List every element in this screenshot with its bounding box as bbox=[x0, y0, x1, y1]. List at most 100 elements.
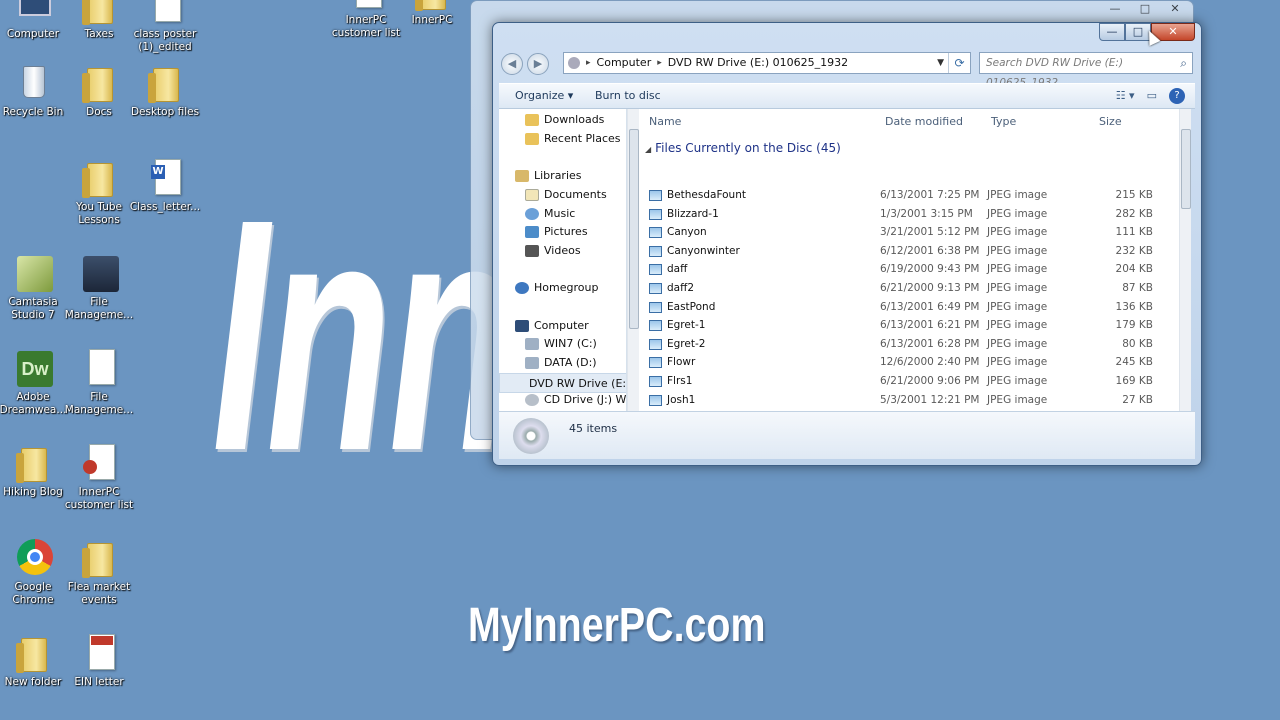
folder-icon bbox=[13, 630, 53, 674]
breadcrumb-dvd-drive[interactable]: DVD RW Drive (E:) 010625_1932 bbox=[668, 53, 848, 73]
nav-label: Videos bbox=[544, 244, 581, 257]
desktop-icon-desktop-files[interactable]: Desktop files bbox=[127, 60, 203, 119]
desktop-icon-taxes[interactable]: Taxes bbox=[61, 0, 137, 41]
desktop-icon-file-management-2[interactable]: File Manageme... bbox=[61, 345, 137, 417]
back-button[interactable]: ◀ bbox=[501, 53, 523, 75]
documents-icon bbox=[525, 188, 539, 201]
explorer-window[interactable]: — □ ✕ ◀ ▶ ▸ Computer ▸ DVD RW Drive (E:)… bbox=[492, 22, 1202, 466]
table-row[interactable]: Canyon 3/21/2001 5:12 PM JPEG image 111 KB bbox=[639, 224, 1179, 242]
nav-item-downloads[interactable]: Downloads bbox=[525, 113, 604, 126]
file-name: Flrs1 bbox=[667, 375, 693, 387]
nav-item-dvd-drive[interactable]: DVD RW Drive (E: bbox=[499, 373, 626, 393]
file-type: JPEG image bbox=[987, 189, 1048, 201]
file-type: JPEG image bbox=[987, 300, 1048, 313]
nav-item-data-d[interactable]: DATA (D:) bbox=[525, 356, 597, 369]
desktop-icon-innerpc[interactable]: InnerPC bbox=[394, 0, 470, 27]
desktop-icon-ein-letter[interactable]: EIN letter bbox=[61, 630, 137, 689]
minimize-button[interactable]: — bbox=[1099, 23, 1125, 41]
view-options-icon[interactable]: ☷ ▾ bbox=[1116, 84, 1135, 108]
table-row[interactable]: Canyonwinter 6/12/2001 6:38 PM JPEG image 2… bbox=[639, 243, 1179, 261]
breadcrumb-separator: ▸ bbox=[657, 58, 662, 68]
file-type: JPEG image bbox=[987, 226, 1048, 239]
nav-item-pictures[interactable]: Pictures bbox=[525, 225, 588, 238]
address-bar[interactable]: ▸ Computer ▸ DVD RW Drive (E:) 010625_19… bbox=[563, 52, 971, 74]
homegroup-icon bbox=[515, 281, 529, 294]
scrollbar-thumb[interactable] bbox=[629, 129, 639, 329]
maximize-icon[interactable]: □ bbox=[1133, 3, 1157, 17]
navigation-pane-scrollbar[interactable] bbox=[627, 109, 639, 411]
nav-item-documents[interactable]: Documents bbox=[525, 188, 607, 201]
nav-item-homegroup[interactable]: Homegroup bbox=[515, 281, 598, 294]
drive-icon bbox=[568, 57, 580, 69]
camtasia-icon bbox=[13, 250, 53, 294]
jpeg-file-icon bbox=[649, 338, 662, 350]
close-icon[interactable]: ✕ bbox=[1163, 3, 1187, 17]
file-type: JPEG image bbox=[987, 244, 1048, 257]
nav-item-computer[interactable]: Computer bbox=[515, 319, 589, 332]
table-row[interactable]: daff 6/19/2000 9:43 PM JPEG image 204 KB bbox=[639, 261, 1179, 279]
nav-label: Music bbox=[544, 207, 576, 220]
table-row[interactable]: EastPond 6/13/2001 6:49 PM JPEG image 136 K… bbox=[639, 299, 1179, 317]
jpeg-file-icon bbox=[649, 227, 662, 239]
desktop-icon-innerpc-customer-list-top[interactable]: InnerPC customer list bbox=[328, 0, 404, 40]
nav-item-music[interactable]: Music bbox=[525, 207, 575, 220]
disc-icon bbox=[513, 418, 549, 454]
desktop-icon-docs[interactable]: Docs bbox=[61, 60, 137, 119]
chevron-down-icon[interactable]: ▼ bbox=[937, 53, 944, 73]
nav-item-videos[interactable]: Videos bbox=[525, 244, 581, 257]
computer-icon bbox=[515, 319, 529, 332]
column-size[interactable]: Size bbox=[1099, 115, 1122, 128]
column-name[interactable]: Name bbox=[649, 115, 681, 128]
desktop-icon-flea-market[interactable]: Flea market events bbox=[61, 535, 137, 607]
navigation-bar: ◀ ▶ ▸ Computer ▸ DVD RW Drive (E:) 01062… bbox=[499, 49, 1195, 89]
column-date-modified[interactable]: Date modified bbox=[885, 115, 963, 128]
file-size: 80 KB bbox=[1122, 337, 1153, 350]
folder-icon bbox=[525, 132, 539, 145]
table-row[interactable]: Flowr 12/6/2000 2:40 PM JPEG image 245 KB bbox=[639, 354, 1179, 372]
details-pane: 45 items bbox=[499, 411, 1195, 459]
burn-to-disc-button[interactable]: Burn to disc bbox=[595, 84, 661, 108]
table-row[interactable]: Egret-1 6/13/2001 6:21 PM JPEG image 179 KB bbox=[639, 317, 1179, 335]
file-list-scrollbar[interactable] bbox=[1179, 109, 1191, 411]
refresh-icon[interactable]: ⟳ bbox=[948, 53, 970, 73]
search-icon[interactable]: ⌕ bbox=[1180, 53, 1187, 73]
table-row[interactable]: Josh1 5/3/2001 12:21 PM JPEG image 27 KB bbox=[639, 392, 1179, 410]
nav-item-recent-places[interactable]: Recent Places bbox=[525, 132, 621, 145]
desktop-icon-youtube-lessons[interactable]: You Tube Lessons bbox=[61, 155, 137, 227]
table-row[interactable]: Egret-2 6/13/2001 6:28 PM JPEG image 80 KB bbox=[639, 336, 1179, 354]
file-type: JPEG image bbox=[987, 375, 1048, 387]
group-header[interactable]: ◢ Files Currently on the Disc (45) bbox=[645, 141, 841, 155]
file-date: 6/12/2001 6:38 PM bbox=[880, 244, 980, 257]
search-input[interactable]: Search DVD RW Drive (E:) 010625_1932 ⌕ bbox=[979, 52, 1193, 89]
file-name: Flowr bbox=[667, 356, 696, 369]
desktop-icon-class-letter[interactable]: W Class_letter... bbox=[127, 155, 203, 214]
table-row[interactable]: BethesdaFount 6/13/2001 7:25 PM JPEG image… bbox=[639, 187, 1179, 205]
nav-item-win7-c[interactable]: WIN7 (C:) bbox=[525, 337, 597, 350]
desktop-icon-file-management-1[interactable]: File Manageme... bbox=[61, 250, 137, 322]
hard-drive-icon bbox=[525, 337, 539, 350]
word-document-icon: W bbox=[145, 155, 185, 199]
item-count: 45 items bbox=[569, 422, 618, 435]
nav-item-cd-drive-j[interactable]: CD Drive (J:) WD bbox=[525, 393, 626, 406]
folder-icon bbox=[145, 60, 185, 104]
table-row[interactable]: Blizzard-1 1/3/2001 3:15 PM JPEG image 282 … bbox=[639, 206, 1179, 224]
desktop-icon-class-poster[interactable]: class poster (1)_edited bbox=[127, 0, 203, 54]
breadcrumb-computer[interactable]: Computer bbox=[597, 53, 652, 73]
minimize-icon[interactable]: — bbox=[1103, 3, 1127, 17]
file-size: 204 KB bbox=[1115, 263, 1153, 276]
desktop-icon-innerpc-customer-list[interactable]: InnerPC customer list bbox=[61, 440, 137, 512]
nav-item-libraries[interactable]: Libraries bbox=[515, 169, 582, 182]
word-document-icon bbox=[79, 345, 119, 389]
preview-pane-icon[interactable]: ▭ bbox=[1147, 84, 1157, 108]
scrollbar-thumb[interactable] bbox=[1181, 129, 1191, 209]
help-icon[interactable]: ? bbox=[1169, 88, 1185, 104]
organize-button[interactable]: Organize ▾ bbox=[515, 84, 573, 108]
forward-button[interactable]: ▶ bbox=[527, 53, 549, 75]
table-row[interactable]: Flrs1 6/21/2000 9:06 PM JPEG image 169 KB bbox=[639, 373, 1179, 391]
column-type[interactable]: Type bbox=[991, 115, 1016, 128]
folder-icon bbox=[525, 113, 539, 126]
file-name: Egret-2 bbox=[667, 337, 706, 350]
file-size: 232 KB bbox=[1115, 244, 1153, 257]
table-row[interactable]: daff2 6/21/2000 9:13 PM JPEG image 87 KB bbox=[639, 280, 1179, 298]
spreadsheet-icon bbox=[79, 440, 119, 484]
